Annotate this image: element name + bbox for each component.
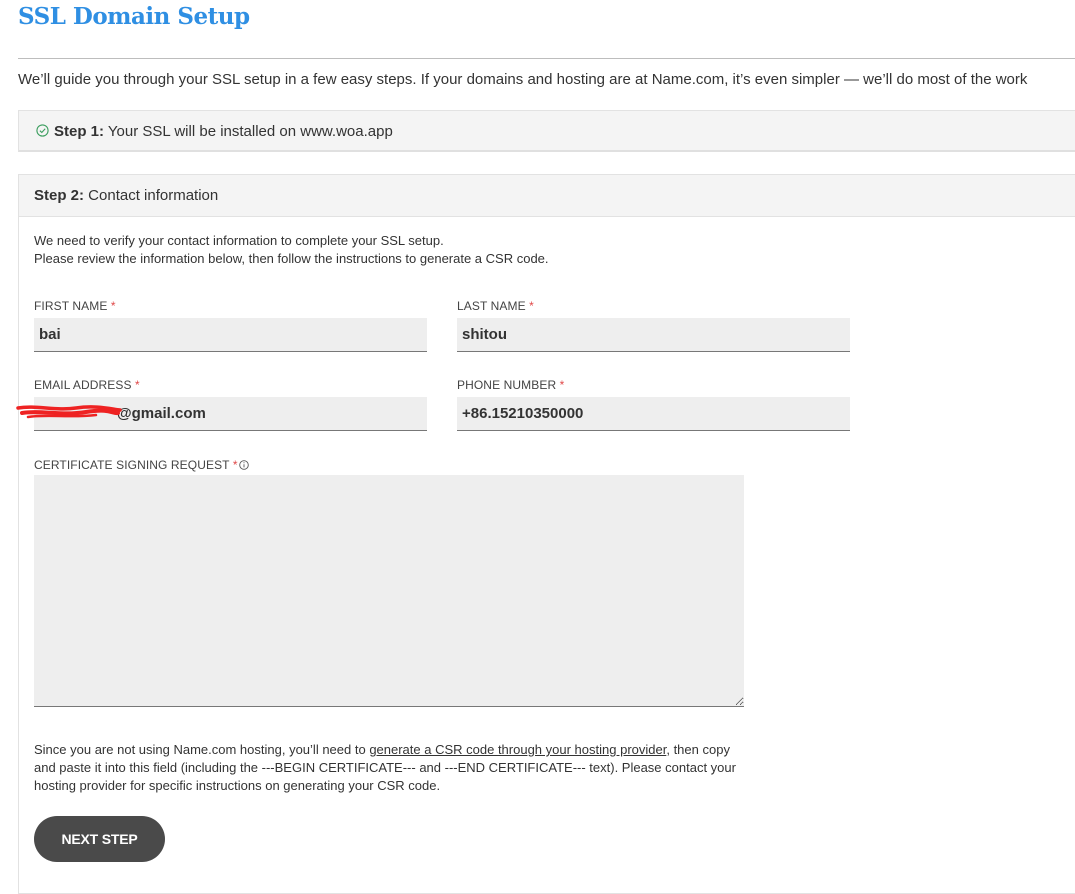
step2-header: Step 2: Contact information	[19, 175, 1075, 217]
email-label: EMAIL ADDRESS *	[34, 378, 140, 392]
step2-description: Contact information	[84, 187, 219, 204]
required-marker: *	[559, 378, 565, 392]
email-label-text: EMAIL ADDRESS	[34, 378, 132, 392]
step1-panel[interactable]: Step 1: Your SSL will be installed on ww…	[18, 110, 1075, 152]
step2-label: Step 2:	[34, 187, 85, 204]
instructions-line-1: We need to verify your contact informati…	[34, 233, 444, 248]
csr-label: CERTIFICATE SIGNING REQUEST *	[34, 458, 249, 472]
csr-help-text: Since you are not using Name.com hosting…	[34, 741, 754, 795]
phone-field[interactable]	[457, 397, 850, 431]
last-name-label-text: LAST NAME	[457, 299, 526, 313]
help-text-start: Since you are not using Name.com hosting…	[34, 742, 370, 757]
required-marker: *	[232, 458, 238, 472]
first-name-label: FIRST NAME *	[34, 299, 116, 313]
intro-text: We’ll guide you through your SSL setup i…	[18, 71, 1028, 88]
last-name-label: LAST NAME *	[457, 299, 534, 313]
step2-title: Step 2: Contact information	[34, 187, 218, 204]
csr-label-text: CERTIFICATE SIGNING REQUEST	[34, 458, 230, 472]
required-marker: *	[110, 299, 116, 313]
step2-instructions: We need to verify your contact informati…	[34, 232, 549, 268]
instructions-line-2: Please review the information below, the…	[34, 251, 549, 266]
step1-description: Your SSL will be installed on www.woa.ap…	[104, 123, 393, 140]
step2-panel: Step 2: Contact information We need to v…	[18, 174, 1075, 894]
step1-title: Step 1: Your SSL will be installed on ww…	[54, 123, 393, 140]
check-circle-icon	[36, 124, 49, 137]
info-icon[interactable]	[238, 460, 249, 470]
generate-csr-link[interactable]: generate a CSR code through your hosting…	[369, 742, 666, 757]
phone-label: PHONE NUMBER *	[457, 378, 564, 392]
first-name-label-text: FIRST NAME	[34, 299, 108, 313]
page-title: SSL Domain Setup	[18, 3, 250, 30]
next-step-button[interactable]: NEXT STEP	[34, 816, 165, 862]
last-name-field[interactable]	[457, 318, 850, 352]
required-marker: *	[135, 378, 140, 392]
title-divider	[18, 58, 1075, 59]
first-name-field[interactable]	[34, 318, 427, 352]
step1-label: Step 1:	[54, 123, 105, 140]
phone-label-text: PHONE NUMBER	[457, 378, 557, 392]
required-marker: *	[529, 299, 534, 313]
redaction-scribble	[16, 405, 122, 419]
csr-textarea[interactable]	[34, 475, 744, 707]
